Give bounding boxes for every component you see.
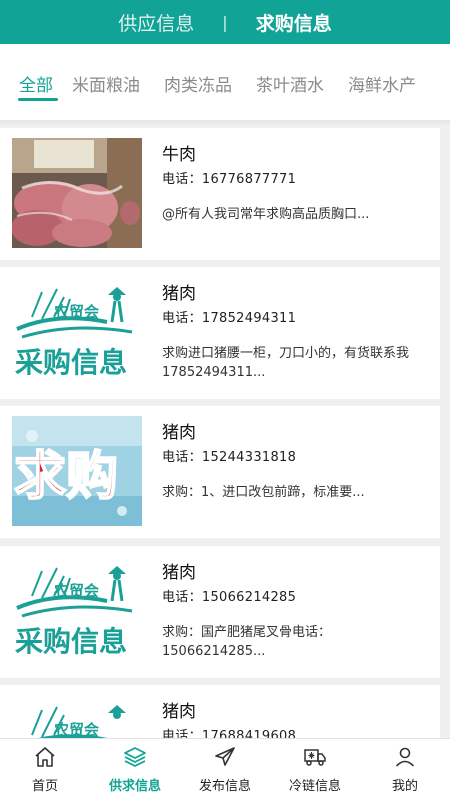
item-phone: 电话：15244331818 (162, 450, 297, 465)
logo-small-text: 农贸会 (53, 303, 99, 321)
procurement-logo: 农贸会 (12, 695, 142, 738)
procurement-logo: 农贸会 采购信息 (12, 556, 142, 666)
beef-photo (12, 138, 142, 248)
nav-home-label: 首页 (31, 779, 58, 794)
list-item[interactable]: 农贸会 采购信息 猪肉 电话：15066214285 求购：国产肥猪尾叉骨电话：… (0, 546, 440, 678)
nav-supply-demand-label: 供求信息 (108, 779, 161, 794)
item-title: 牛肉 (162, 145, 196, 165)
item-description: 求购进口猪腰一柜，刀口小的，有货联系我17852494311... (162, 346, 410, 380)
item-title: 猪肉 (162, 423, 196, 443)
tab-supply-info[interactable]: 供应信息 (118, 9, 194, 36)
logo-big-text: 采购信息 (15, 346, 127, 379)
tab-grain-oil[interactable]: 米面粮油 (72, 71, 140, 96)
procurement-logo: 农贸会 采购信息 (12, 277, 142, 387)
qiugou-image: 求购 (12, 416, 142, 526)
item-phone: 电话：17852494311 (162, 311, 297, 326)
tab-tea-wine[interactable]: 茶叶酒水 (256, 71, 324, 96)
nav-publish[interactable]: 发布信息 (180, 739, 270, 801)
home-icon (35, 747, 55, 767)
item-title: 猪肉 (162, 563, 196, 583)
tab-all[interactable]: 全部 (19, 71, 53, 96)
active-tab-indicator (18, 98, 58, 101)
tab-demand-info[interactable]: 求购信息 (256, 9, 332, 36)
item-description: @所有人我司常年求购高品质胸口... (162, 207, 370, 222)
layers-icon (124, 747, 146, 767)
list-item[interactable]: 牛肉 电话：16776877771 @所有人我司常年求购高品质胸口... (0, 128, 440, 260)
nav-publish-label: 发布信息 (198, 779, 251, 794)
nav-cold-chain-label: 冷链信息 (288, 779, 341, 794)
cold-truck-icon (304, 749, 326, 766)
qiugou-text: 求购 (14, 446, 118, 507)
bottom-nav: 首页 供求信息 发布信息 冷链信息 我的 (0, 738, 450, 801)
item-phone: 电话：17688419608 (162, 729, 297, 738)
logo-big-text: 采购信息 (15, 625, 127, 658)
tab-seafood[interactable]: 海鲜水产 (348, 71, 416, 96)
nav-home[interactable]: 首页 (0, 739, 90, 801)
list-item[interactable]: 求购 猪肉 电话：15244331818 求购：1、进口改包前蹄，标准要... (0, 406, 440, 538)
nav-supply-demand[interactable]: 供求信息 (90, 739, 180, 801)
item-description: 求购：国产肥猪尾叉骨电话：15066214285... (162, 625, 332, 659)
list-item[interactable]: 农贸会 猪肉 电话：17688419608 (0, 685, 440, 738)
nav-profile[interactable]: 我的 (360, 739, 450, 801)
nav-cold-chain[interactable]: 冷链信息 (270, 739, 360, 801)
item-title: 猪肉 (162, 284, 196, 304)
category-tabs: 全部 米面粮油 肉类冻品 茶叶酒水 海鲜水产 (0, 44, 450, 120)
send-icon (215, 747, 235, 766)
tab-meat-frozen[interactable]: 肉类冻品 (164, 71, 232, 96)
demand-list: 牛肉 电话：16776877771 @所有人我司常年求购高品质胸口... 农贸会… (0, 128, 450, 738)
item-description: 求购：1、进口改包前蹄，标准要... (162, 485, 365, 500)
header-separator: | (222, 12, 228, 32)
logo-small-text: 农贸会 (53, 582, 99, 600)
top-bar: 供应信息 | 求购信息 (0, 0, 450, 44)
item-phone: 电话：16776877771 (162, 172, 297, 187)
item-phone: 电话：15066214285 (162, 590, 297, 605)
list-item[interactable]: 农贸会 采购信息 猪肉 电话：17852494311 求购进口猪腰一柜，刀口小的… (0, 267, 440, 399)
user-icon (395, 747, 415, 767)
logo-small-text: 农贸会 (53, 721, 99, 738)
nav-profile-label: 我的 (391, 779, 418, 794)
item-title: 猪肉 (162, 702, 196, 722)
tabs-divider (0, 120, 450, 126)
